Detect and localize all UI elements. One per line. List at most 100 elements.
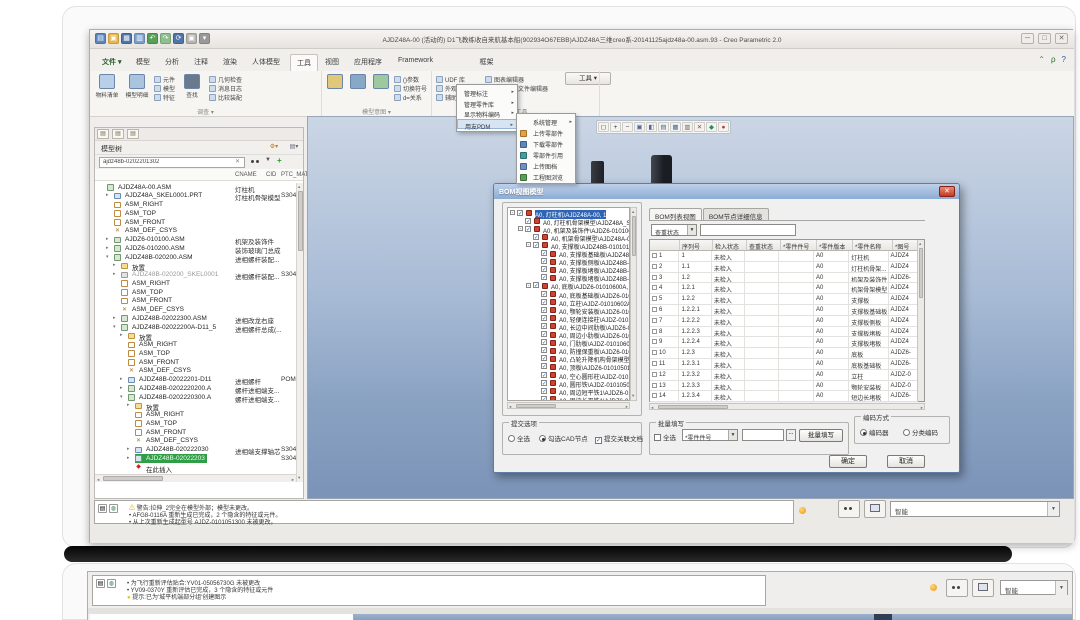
log-icon[interactable]: ▤ xyxy=(96,579,105,588)
bom-table-vscrollbar[interactable]: ▴ xyxy=(917,240,924,401)
tree-row-ASM_RIGHT[interactable]: ASM_RIGHT xyxy=(95,341,296,350)
tree-row-放置[interactable]: ▸放置 xyxy=(95,332,296,341)
tab-模型[interactable]: 模型 xyxy=(130,54,156,71)
batch-select-all-checkbox[interactable]: 全选 xyxy=(654,432,676,442)
bom-tree-row[interactable]: -✓A0, 底板\AJDZ6-01010600A, 1 xyxy=(508,282,630,290)
tree-row-ASM_RIGHT[interactable]: ASM_RIGHT xyxy=(95,411,296,420)
submenu-item-零部件引用[interactable]: 零部件引用 xyxy=(517,149,575,160)
cad-node-radio[interactable]: 勾选CAD节点 xyxy=(539,433,588,443)
bom-tree-row[interactable]: -✓A0, 灯柱机\AJDZ48A-00, 1 xyxy=(508,209,630,217)
close-button[interactable]: ✕ xyxy=(1055,33,1068,44)
refit-icon[interactable]: ▣ xyxy=(634,122,645,132)
ribbon-item-切换符号[interactable]: 切换符号 xyxy=(394,84,427,92)
tab-分析[interactable]: 分析 xyxy=(159,54,185,71)
checkbox[interactable]: ✓ xyxy=(541,372,547,378)
dialog-close-button[interactable]: ✕ xyxy=(939,186,955,197)
model-tree-vscrollbar[interactable]: ▴▾ xyxy=(296,183,303,482)
checkbox[interactable]: ✓ xyxy=(541,380,547,386)
batch-value-input[interactable] xyxy=(742,429,784,441)
tree-row-在此插入[interactable]: ◆在此插入 xyxy=(95,463,296,472)
bom-tree-row[interactable]: -✓A0, 机架及装饰件\AJDZ6-010100, 1 xyxy=(508,225,630,233)
model-tree-hscrollbar[interactable]: ◂▸ xyxy=(95,474,296,482)
tree-row-AJDZ48B-02022203[interactable]: ▸AJDZ48B-02022203S30408 xyxy=(95,454,296,463)
new-file-icon[interactable]: ▤ xyxy=(95,33,106,44)
maximize-button[interactable]: □ xyxy=(1038,33,1051,44)
zoom-box-icon[interactable]: ◻ xyxy=(598,122,609,132)
ribbon-item-d=关系[interactable]: d=关系 xyxy=(394,93,427,101)
saved-orientations-icon[interactable]: ▦ xyxy=(670,122,681,132)
dup-status-dropdown[interactable]: 查重状态 ▼ xyxy=(651,224,697,236)
bom-table-row-7[interactable]: 71.2.2.2未检入A0支撑板侧板AJDZ4 xyxy=(650,316,918,327)
dialog-tab-BOM列表视图[interactable]: BOM列表视图 xyxy=(649,208,702,220)
tab-渲染[interactable]: 渲染 xyxy=(217,54,243,71)
checkbox[interactable]: ✓ xyxy=(541,331,547,337)
checkbox[interactable]: ✓ xyxy=(541,258,547,264)
bom-table-row-5[interactable]: 51.2.2未检入A0支撑板AJDZ4 xyxy=(650,294,918,305)
checkbox[interactable]: ✓ xyxy=(525,218,531,224)
bom-column-select[interactable] xyxy=(650,240,680,250)
related-doc-checkbox[interactable]: ✓提交关联文档 xyxy=(595,433,643,444)
add-icon[interactable]: + xyxy=(277,156,282,165)
regenerate-icon[interactable]: ⟳ xyxy=(173,33,184,44)
bom-column-*零件名称[interactable]: *零件名称 xyxy=(853,240,893,250)
checkbox[interactable]: ✓ xyxy=(533,242,539,248)
checkbox[interactable]: ✓ xyxy=(541,315,547,321)
capture-icon[interactable]: ▣ xyxy=(186,33,197,44)
menu-item-管理标注[interactable]: 管理标注▸ xyxy=(457,87,517,98)
checkbox[interactable]: ✓ xyxy=(541,299,547,305)
tree-row-AJDZ48B-020222030[interactable]: ▸AJDZ48B-020222030进相端支撑轴芯S30408 xyxy=(95,446,296,455)
display-style-icon[interactable]: ▤ xyxy=(658,122,669,132)
tree-row-AJDZ48A-00.ASM[interactable]: AJDZ48A-00.ASM灯柱机 xyxy=(95,183,296,192)
checkbox[interactable]: ✓ xyxy=(541,323,547,329)
tree-row-ASM_DEF_CSYS[interactable]: ✕ASM_DEF_CSYS xyxy=(95,437,296,446)
bom-table-row-3[interactable]: 31.2未检入A0机架及装饰件AJDZ6- xyxy=(650,273,918,284)
ribbon-item-()参数[interactable]: ()参数 xyxy=(394,75,427,83)
bom-table-row-8[interactable]: 81.2.2.3未检入A0支撑板堵板AJDZ4 xyxy=(650,327,918,338)
tree-row-ASM_FRONT[interactable]: ASM_FRONT xyxy=(95,218,296,227)
bom-tree-row[interactable]: ✓A0, 支撑板堵板\AJDZ48B-010... xyxy=(508,274,630,282)
bom-tree-row[interactable]: ✓A0, 门肋板\AJDZ-01010609... xyxy=(508,339,630,347)
tree-row-AJDZ48A_SKEL0001.PRT[interactable]: ▸AJDZ48A_SKEL0001.PRT灯柱机骨架模型S30408 xyxy=(95,192,296,201)
物料清单-button[interactable]: 物料清单 xyxy=(94,73,120,99)
filter-icon[interactable]: ▼ xyxy=(265,157,271,163)
bom-column-*零件版本[interactable]: *零件版本 xyxy=(817,240,853,250)
bom-tree-row[interactable]: ✓A0, 周边长平铁1\AJDZ6-0101... xyxy=(508,395,630,401)
tree-row-ASM_FRONT[interactable]: ASM_FRONT xyxy=(95,297,296,306)
batch-field-dropdown[interactable]: *零件件号 ▼ xyxy=(682,429,738,441)
filter-value-input[interactable] xyxy=(700,224,796,236)
ribbon-item-几何检查[interactable]: 几何检查 xyxy=(209,75,242,83)
save-as-icon[interactable]: ▥ xyxy=(134,33,145,44)
tree-row-ASM_TOP[interactable]: ASM_TOP xyxy=(95,349,296,358)
bom-table-row-1[interactable]: 11未检入A0灯柱机AJDZ4 xyxy=(650,251,918,262)
window-switch-icon[interactable]: ▾ xyxy=(199,33,210,44)
help-icon[interactable]: ? xyxy=(1062,55,1066,64)
batch-fill-button[interactable]: 批量填写 xyxy=(799,429,843,442)
class-code-radio[interactable]: 分类编码 xyxy=(903,427,938,437)
bom-table-row-4[interactable]: 41.2.1未检入A0机架骨架模型AJDZ4 xyxy=(650,283,918,294)
repaint-icon[interactable]: ◧ xyxy=(646,122,657,132)
find-tool-button[interactable] xyxy=(946,579,968,597)
tree-row-AJDZ48B-0202220300.A[interactable]: ▾AJDZ48B-0202220300.A螺杆进相端支... xyxy=(95,393,296,402)
checkbox[interactable]: ✓ xyxy=(533,234,539,240)
submenu-item-系统管理[interactable]: 系统管理▸ xyxy=(517,116,575,127)
annotation-display-icon[interactable]: ◆ xyxy=(706,122,717,132)
column-header-PTC_MAT[interactable]: PTC_MAT xyxy=(281,172,309,178)
tree-row-AJDZ6-010200.ASM[interactable]: ▸AJDZ6-010200.ASM装饰玻璃门总成 xyxy=(95,244,296,253)
tree-row-ASM_TOP[interactable]: ASM_TOP xyxy=(95,288,296,297)
globe-icon[interactable]: ◍ xyxy=(109,504,118,513)
search-icon[interactable]: ρ xyxy=(1051,55,1056,64)
tree-row-AJDZ48B-02022200A-D11_5[interactable]: ▾AJDZ48B-02022200A-D11_5进相螺杆总成(... xyxy=(95,323,296,332)
bom-tree-row[interactable]: ✓A0, 凸轮升降机构骨架模型\AJ... xyxy=(508,355,630,363)
checkbox[interactable]: ✓ xyxy=(541,388,547,394)
bom-tree-row[interactable]: ✓A0, 支撑板基础板\AJDZ48B-010... xyxy=(508,250,630,258)
模型明细-button[interactable]: 模型明细 xyxy=(124,73,150,99)
ribbon-item-消息日志[interactable]: 消息日志 xyxy=(209,84,242,92)
bom-tree-row[interactable]: ✓A0, 周边小肋板\AJDZ6-01010... xyxy=(508,331,630,339)
columns-icon[interactable]: ▤▾ xyxy=(289,143,299,152)
submenu-item-上传图档[interactable]: 上传图档 xyxy=(517,160,575,171)
checkbox[interactable]: ✓ xyxy=(541,339,547,345)
bom-table-row-13[interactable]: 131.2.3.3未检入A0颚轮安装板AJDZ-0 xyxy=(650,381,918,392)
tree-row-ASM_RIGHT[interactable]: ASM_RIGHT xyxy=(95,201,296,210)
checkbox[interactable]: ✓ xyxy=(541,396,547,401)
bom-tree-row[interactable]: ✓A0, 底板基础板\AJDZ6-01010... xyxy=(508,290,630,298)
